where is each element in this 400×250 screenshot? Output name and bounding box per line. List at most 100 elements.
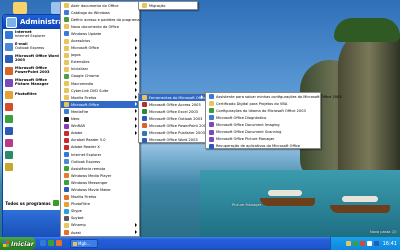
- menu-item[interactable]: Microsoft Office Word 2003: [139, 137, 205, 144]
- menu-item[interactable]: Recuperação de aplicativos do Microsoft …: [206, 143, 320, 150]
- pinned-item[interactable]: [3, 113, 61, 125]
- pinned-item[interactable]: [3, 161, 61, 173]
- menu-item[interactable]: Novo documento do Office: [61, 23, 139, 30]
- program-icon: [64, 102, 69, 108]
- program-icon: [64, 187, 69, 193]
- menu-item[interactable]: Skype: [61, 208, 139, 215]
- menu-item[interactable]: Inicializar: [61, 66, 139, 73]
- menu-item[interactable]: Adobe Reader X: [61, 144, 139, 151]
- pinned-item[interactable]: Microsoft Office Word 2003: [3, 53, 61, 65]
- menu-item[interactable]: Macromedia: [61, 80, 139, 87]
- menu-item[interactable]: Adobe: [61, 130, 139, 137]
- menu-item[interactable]: Mozilla Firefox: [61, 194, 139, 201]
- quick-launch-icon[interactable]: [56, 240, 62, 246]
- clock[interactable]: 16:41: [383, 241, 397, 247]
- menu-item[interactable]: Google Chrome: [61, 73, 139, 80]
- pinned-item[interactable]: Microsoft Office PowerPoint 2003: [3, 65, 61, 77]
- pinned-item[interactable]: [3, 149, 61, 161]
- pinned-item[interactable]: Microsoft Office Picture Manager: [3, 77, 61, 89]
- menu-item[interactable]: Spybot: [61, 215, 139, 222]
- pinned-item[interactable]: E-mail Outlook Express: [3, 41, 61, 53]
- menu-item[interactable]: Acrobat Reader 5.0: [61, 137, 139, 144]
- pinned-item[interactable]: [3, 101, 61, 113]
- program-icon: [64, 88, 69, 94]
- menu-item[interactable]: Outlook Express: [61, 158, 139, 165]
- menu-item[interactable]: Abrir documento do Office: [61, 2, 139, 9]
- menu-item[interactable]: MediaFire: [61, 108, 139, 115]
- quick-launch-icon[interactable]: [40, 240, 46, 246]
- pinned-item[interactable]: Photofiltre: [3, 89, 61, 101]
- pinned-item[interactable]: [3, 137, 61, 149]
- menu-item[interactable]: Microsoft Office: [61, 45, 139, 52]
- menu-item[interactable]: Microsoft Office Access 2003: [139, 101, 205, 108]
- menu-item[interactable]: Assistência remota: [61, 165, 139, 172]
- menu-item[interactable]: Microsoft Office Excel 2003: [139, 108, 205, 115]
- menu-item-label: Acessórios: [71, 39, 91, 44]
- submenu-arrow-icon: [135, 52, 137, 57]
- menu-item[interactable]: Windows Media Player: [61, 172, 139, 179]
- menu-item[interactable]: Windows Movie Maker: [61, 186, 139, 193]
- desktop-label-new-folder[interactable]: Nova pasta (2): [370, 230, 397, 234]
- pinned-item[interactable]: [3, 125, 61, 137]
- menu-item-label: Spybot: [71, 216, 84, 221]
- submenu-arrow-icon: [135, 66, 137, 71]
- tray-icon[interactable]: [345, 241, 351, 246]
- menu-item[interactable]: Microsoft Office Document Imaging: [206, 121, 320, 128]
- menu-item[interactable]: Microsoft Office Diagnóstico: [206, 114, 320, 121]
- menu-item[interactable]: Jogos: [61, 52, 139, 59]
- menu-item[interactable]: Definir acesso e padrões do programa: [61, 16, 140, 23]
- menu-item[interactable]: Avast: [61, 229, 139, 236]
- menu-item[interactable]: Microsoft Office Outlook 2003: [139, 115, 205, 122]
- app-icon: [5, 115, 13, 123]
- app-icon: [5, 67, 13, 75]
- menu-item-label: Avast: [71, 230, 81, 235]
- menu-item-label: Nero: [71, 117, 80, 122]
- start-menu-pinned: Internet Internet Explorer E-mail Outlook E…: [3, 29, 61, 210]
- menu-item[interactable]: Internet Explorer: [61, 151, 139, 158]
- menu-item[interactable]: Nero: [61, 116, 139, 123]
- taskbar-button[interactable]: Mgb...: [70, 239, 98, 248]
- program-icon: [64, 159, 69, 165]
- program-icon: [142, 95, 147, 101]
- menu-item[interactable]: Winamp: [61, 222, 139, 229]
- menu-item[interactable]: Windows Update: [61, 30, 139, 37]
- quick-launch-icon[interactable]: [48, 240, 54, 246]
- menu-item[interactable]: Microsoft Office Document Scanning: [206, 128, 320, 135]
- menu-item[interactable]: Windows Messenger: [61, 179, 139, 186]
- tray-icon[interactable]: [366, 241, 372, 246]
- menu-item[interactable]: Microsoft Office Picture Manager: [206, 136, 320, 143]
- migration-menu: Migração: [138, 1, 198, 10]
- start-button[interactable]: Iniciar: [0, 237, 36, 250]
- programs-menu: Abrir documento do Office Catálogo do Win…: [60, 1, 140, 243]
- tray-icon[interactable]: [352, 241, 358, 246]
- pinned-item-text: Internet Internet Explorer: [15, 30, 45, 39]
- menu-item[interactable]: Microsoft Office: [61, 101, 139, 109]
- menu-item[interactable]: Certificado Digital para Projetos do VBA: [206, 100, 320, 107]
- menu-item[interactable]: Catálogo do Windows: [61, 9, 139, 16]
- submenu-arrow-icon: [135, 81, 137, 86]
- menu-item[interactable]: Assistente para salvar minhas configuraç…: [206, 93, 342, 100]
- menu-item-label: Assistente para salvar minhas configuraç…: [216, 94, 342, 99]
- tray-icon[interactable]: [373, 241, 379, 246]
- submenu-arrow-icon: [135, 230, 137, 234]
- menu-item-label: Microsoft Office: [71, 46, 99, 51]
- tray-icon[interactable]: [359, 241, 365, 246]
- menu-item[interactable]: Migração: [139, 2, 197, 9]
- menu-item[interactable]: CyberLink DVD Suite: [61, 87, 139, 94]
- menu-item[interactable]: Microsoft Office Publisher 2003: [139, 129, 205, 136]
- user-avatar[interactable]: [6, 16, 17, 28]
- menu-item[interactable]: PhotoFiltre: [61, 201, 139, 208]
- menu-item[interactable]: Microsoft Office PowerPoint 2003: [139, 122, 208, 129]
- menu-item[interactable]: Configurações do Idioma do Microsoft Off…: [206, 107, 320, 114]
- pinned-item[interactable]: Internet Internet Explorer: [3, 29, 61, 41]
- all-programs-button[interactable]: Todos os programas: [3, 198, 61, 208]
- menu-item[interactable]: Mozilla Firefox: [61, 94, 139, 101]
- menu-item[interactable]: Extensões: [61, 59, 139, 66]
- menu-item[interactable]: Acessórios: [61, 37, 139, 44]
- pinned-item-title: Microsoft Office Word 2003: [15, 54, 59, 62]
- desktop-label-picture-manager[interactable]: Picture Manager: [232, 203, 261, 207]
- office-tools-menu: Assistente para salvar minhas configuraç…: [205, 92, 342, 150]
- menu-item[interactable]: WinRAR: [61, 123, 139, 130]
- menu-item[interactable]: Ferramentas do Microsoft Office: [139, 94, 206, 102]
- app-icon: [5, 103, 13, 111]
